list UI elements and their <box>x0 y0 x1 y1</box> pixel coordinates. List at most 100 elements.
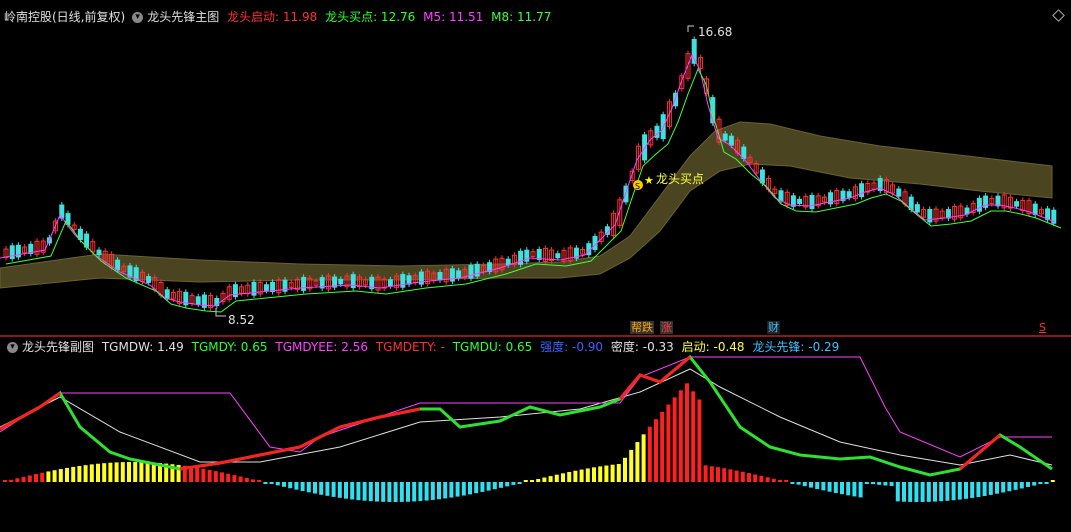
volume-bar <box>263 482 268 484</box>
volume-bar <box>89 464 94 482</box>
volume-bar <box>703 465 708 482</box>
volume-bar <box>412 482 417 502</box>
volume-bar <box>251 479 255 482</box>
volume-bar <box>759 475 764 482</box>
volume-bar <box>753 474 758 482</box>
sub-value-midu: 密度: -0.33 <box>610 340 674 354</box>
volume-bar <box>765 477 770 482</box>
candle <box>96 249 102 256</box>
volume-bar <box>970 482 975 498</box>
volume-bar <box>926 482 931 502</box>
volume-bar <box>288 482 293 489</box>
volume-bar <box>294 482 299 490</box>
sub-chart-panel[interactable]: ▾ 龙头先锋副图 TGMDW: 1.49 TGMDY: 0.65 TGMDYEE:… <box>0 337 1071 532</box>
candle <box>387 279 393 287</box>
volume-bar <box>226 473 231 482</box>
volume-bar <box>995 482 999 494</box>
volume-bar <box>957 482 962 500</box>
volume-bar <box>697 399 702 482</box>
high-marker <box>687 25 694 32</box>
volume-bar <box>3 480 7 482</box>
volume-bar <box>213 471 218 482</box>
volume-bar <box>802 482 807 487</box>
volume-bar <box>554 474 559 482</box>
volume-bar <box>269 482 274 484</box>
main-chart-panel[interactable]: 16.68 8.52 S ★ 龙头买点 岭南控股(日线,前复权) ▾ 龙头先锋主图 龙头启动… <box>0 6 1071 335</box>
volume-bar <box>809 482 813 488</box>
tgmdy-line <box>0 354 1053 477</box>
volume-bar <box>858 482 863 498</box>
volume-bar <box>238 476 243 482</box>
volume-bar <box>313 482 317 494</box>
volume-bar <box>852 482 857 497</box>
volume-bar <box>902 482 906 502</box>
volume-bar <box>480 482 485 492</box>
volume-bar <box>920 482 925 502</box>
volume-bar <box>604 465 609 482</box>
volume-bar <box>344 482 348 499</box>
volume-bar <box>771 478 776 482</box>
volume-bar <box>1026 482 1030 488</box>
volume-bar <box>499 482 503 488</box>
volume-bar <box>300 482 305 491</box>
volume-bar <box>573 470 578 482</box>
chevron-down-icon[interactable]: ▾ <box>7 342 18 353</box>
main-chart-canvas[interactable]: 16.68 8.52 S ★ 龙头买点 <box>0 6 1071 335</box>
legend-value-qidong: 龙头启动: 11.98 <box>227 10 318 24</box>
candle <box>797 198 803 204</box>
sub-legend: ▾ 龙头先锋副图 TGMDW: 1.49 TGMDY: 0.65 TGMDYEE:… <box>4 340 843 354</box>
volume-bar <box>325 482 330 496</box>
volume-bar <box>387 482 392 502</box>
volume-bar <box>381 482 386 502</box>
high-label: 16.68 <box>698 25 732 39</box>
buy-point-label: 龙头买点 <box>656 172 704 186</box>
volume-bar <box>1050 480 1055 482</box>
candle <box>555 253 561 259</box>
candle <box>195 296 201 305</box>
candle <box>164 289 170 299</box>
volume-bar <box>257 480 262 482</box>
candle <box>642 134 648 161</box>
candle <box>437 271 443 281</box>
legend-value-m8: M8: 11.77 <box>491 10 552 24</box>
volume-bar <box>976 482 981 498</box>
volume-bar <box>1044 482 1049 484</box>
candle <box>896 188 902 197</box>
chevron-down-icon[interactable]: ▾ <box>132 12 144 23</box>
volume-bar <box>530 480 534 482</box>
candle <box>406 275 412 285</box>
volume-bar <box>815 482 820 490</box>
star-icon: ★ <box>644 174 654 187</box>
candle <box>9 245 15 260</box>
volume-bar <box>666 404 671 482</box>
candle <box>338 278 344 285</box>
volume-bar <box>988 482 993 495</box>
sub-value-qiangdu: 强度: -0.90 <box>540 340 604 354</box>
volume-bar <box>486 482 491 491</box>
main-indicator-name[interactable]: 龙头先锋主图 <box>147 10 219 24</box>
sub-indicator-name[interactable]: 龙头先锋副图 <box>22 340 94 354</box>
candle <box>1014 201 1020 207</box>
volume-bar <box>623 457 627 482</box>
volume-bar <box>691 391 696 482</box>
volume-bar <box>654 419 658 482</box>
volume-bar <box>883 482 888 486</box>
volume-bar <box>9 479 14 482</box>
volume-bar <box>1013 482 1018 490</box>
sub-chart-canvas[interactable] <box>0 337 1071 532</box>
volume-bar <box>399 482 404 502</box>
volume-bar <box>21 476 26 482</box>
tgmdw-line <box>0 368 1053 466</box>
volume-bar <box>455 482 460 497</box>
volume-bar <box>34 474 38 482</box>
main-legend: 岭南控股(日线,前复权) ▾ 龙头先锋主图 龙头启动: 11.98 龙头买点: 12… <box>4 10 555 24</box>
volume-bar <box>784 480 789 482</box>
volume-bar <box>350 482 355 500</box>
volume-bar <box>635 442 640 482</box>
candle <box>859 183 865 198</box>
volume-bar <box>120 462 125 482</box>
tag-cai: 财 <box>767 321 780 334</box>
volume-bar <box>1032 482 1037 486</box>
volume-bar <box>790 482 795 484</box>
volume-bar <box>523 480 528 482</box>
